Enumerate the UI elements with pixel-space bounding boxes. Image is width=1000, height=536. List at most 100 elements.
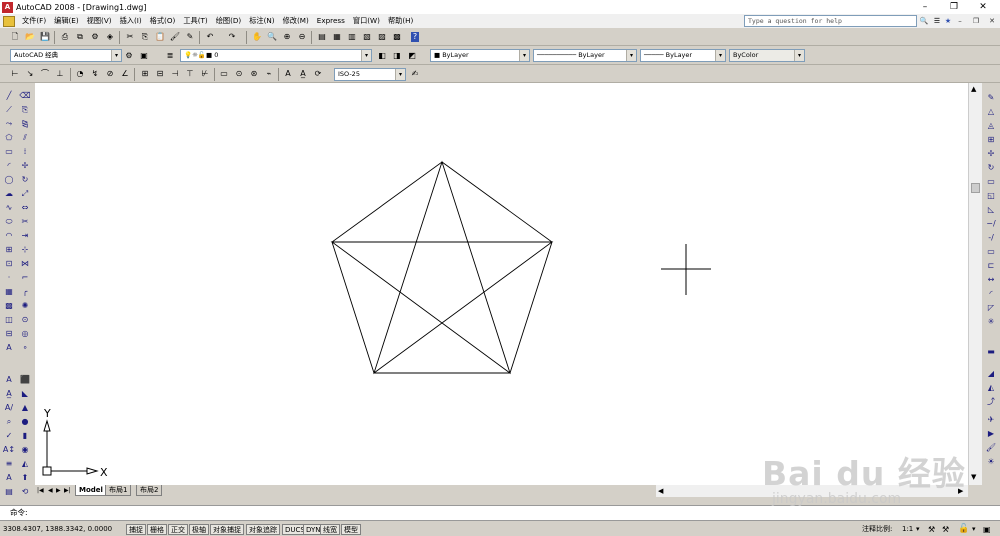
dim-edit-icon[interactable]: A (281, 67, 295, 81)
toggle-grid[interactable]: 栅格 (147, 524, 167, 535)
new-file-icon[interactable]: 🗋 (8, 30, 22, 44)
snap-center-icon[interactable]: ◎ (18, 327, 32, 340)
line-icon[interactable]: ╱ (2, 89, 16, 102)
make-current-layer-icon[interactable]: ◧ (375, 49, 389, 63)
revision-cloud-icon[interactable]: ☁ (2, 187, 16, 200)
trim-3d-icon[interactable]: −/ (984, 217, 998, 230)
zoom-previous-icon[interactable]: ⊖ (295, 30, 309, 44)
annotation-scale-value[interactable]: 1:1 (902, 524, 913, 535)
jogged-icon[interactable]: ↯ (88, 67, 102, 81)
scroll-up-icon[interactable]: ▲ (971, 85, 976, 93)
workspace-select[interactable]: AutoCAD 经典 ▾ (10, 49, 122, 62)
toggle-lineweight[interactable]: 线宽 (320, 524, 340, 535)
array-icon[interactable]: ⁞ (18, 145, 32, 158)
dimension-style-icon[interactable]: ✍ (408, 67, 422, 81)
pan-icon[interactable]: ✢ (984, 147, 998, 160)
vertical-scrollbar[interactable]: ▲ ▼ (968, 83, 982, 485)
toggle-ortho[interactable]: 正交 (168, 524, 188, 535)
text-style-icon[interactable]: A (2, 373, 16, 386)
lineweight-select[interactable]: ───── ByLayer ▾ (640, 49, 726, 62)
text-frame-icon[interactable]: ▤ (2, 485, 16, 498)
drawing-canvas[interactable]: Y X (35, 83, 968, 485)
chevron-down-icon[interactable]: ▾ (715, 50, 725, 61)
sphere-solid-icon[interactable]: ● (18, 415, 32, 428)
brush-icon[interactable]: 🖌 (984, 441, 998, 454)
align-icon[interactable]: ↔ (984, 273, 998, 286)
mdi-close-button[interactable]: ✕ (986, 15, 998, 27)
rectangle-icon[interactable]: ▭ (2, 145, 16, 158)
cone-solid-icon[interactable]: ▲ (18, 401, 32, 414)
chevron-down-icon[interactable]: ▾ (972, 524, 976, 535)
autocad-logo-icon[interactable]: A (2, 1, 13, 13)
linear-dimension-icon[interactable]: ⊢ (8, 67, 22, 81)
menu-draw[interactable]: 绘图(D) (212, 14, 246, 28)
ellipse-arc-icon[interactable]: ◠ (2, 229, 16, 242)
copy-object-icon[interactable]: ⎘ (18, 103, 32, 116)
chevron-down-icon[interactable]: ▾ (361, 50, 371, 61)
menu-insert[interactable]: 插入(I) (116, 14, 146, 28)
tab-nav-last-icon[interactable]: ▶| (64, 485, 71, 496)
circle-icon[interactable]: ◯ (2, 173, 16, 186)
scroll-left-icon[interactable]: ◀ (658, 485, 663, 497)
menu-modify[interactable]: 修改(M) (279, 14, 313, 28)
tab-model[interactable]: Model (75, 485, 107, 496)
open-file-icon[interactable]: 📂 (23, 30, 37, 44)
linetype-select[interactable]: ────────── ByLayer ▾ (533, 49, 637, 62)
polyline-icon[interactable]: ⤳ (2, 117, 16, 130)
edit-text-icon[interactable]: A/ (2, 401, 16, 414)
center-mark-icon[interactable]: ⊙ (232, 67, 246, 81)
materials-icon[interactable]: ▬ (984, 345, 998, 358)
chevron-down-icon[interactable]: ▾ (395, 69, 405, 80)
markup-set-icon[interactable]: ▨ (375, 30, 389, 44)
clip-icon[interactable]: ⊏ (984, 259, 998, 272)
section-icon[interactable]: ◺ (984, 203, 998, 216)
toggle-model[interactable]: 模型 (341, 524, 361, 535)
command-line[interactable]: 命令: (0, 505, 1000, 521)
scale-text-icon[interactable]: A↕ (2, 443, 16, 456)
extrude-icon[interactable]: ⬆ (18, 471, 32, 484)
drawing-document-icon[interactable] (3, 15, 15, 27)
redo-icon[interactable]: ↷ (225, 30, 239, 44)
pan-realtime-icon[interactable]: ✋ (250, 30, 264, 44)
inspection-icon[interactable]: ⊛ (247, 67, 261, 81)
ordinate-icon[interactable]: ⊥ (53, 67, 67, 81)
menu-view[interactable]: 视图(V) (83, 14, 116, 28)
extend-icon[interactable]: ⇥ (18, 229, 32, 242)
tab-layout2[interactable]: 布局2 (136, 485, 163, 496)
coordinates-readout[interactable]: 3308.4307, 1388.3342, 0.0000 (3, 524, 112, 535)
single-line-text-icon[interactable]: A̲ (2, 387, 16, 400)
save-icon[interactable]: 💾 (38, 30, 52, 44)
offset-icon[interactable]: ⫽ (18, 131, 32, 144)
viewport-icon[interactable]: ▭ (984, 175, 998, 188)
justify-text-icon[interactable]: ≡ (2, 457, 16, 470)
print-preview-icon[interactable]: ⧉ (73, 30, 87, 44)
toggle-snap[interactable]: 捕捉 (126, 524, 146, 535)
grid-view-icon[interactable]: ⊞ (984, 133, 998, 146)
baseline-icon[interactable]: ⊟ (153, 67, 167, 81)
communication-center-icon[interactable]: ☰ (932, 15, 942, 27)
rotate-icon[interactable]: ↻ (18, 173, 32, 186)
mdi-minimize-button[interactable]: – (954, 15, 966, 27)
jogged-linear-icon[interactable]: ⌁ (262, 67, 276, 81)
polygon-icon[interactable]: ⬠ (2, 131, 16, 144)
clean-screen-icon[interactable]: ▣ (983, 524, 991, 535)
chevron-down-icon[interactable]: ▾ (794, 50, 804, 61)
fillet-icon[interactable]: ╭ (18, 285, 32, 298)
construction-line-icon[interactable]: ⟋ (2, 103, 16, 116)
cylinder-solid-icon[interactable]: ▮ (18, 429, 32, 442)
publish-icon[interactable]: ⚙ (88, 30, 102, 44)
mdi-restore-button[interactable]: ❐ (970, 15, 982, 27)
orbit-icon[interactable]: ↻ (984, 161, 998, 174)
wedge-solid-icon[interactable]: ◣ (18, 387, 32, 400)
chevron-down-icon[interactable]: ▾ (916, 524, 920, 535)
join-icon[interactable]: ⋈ (18, 257, 32, 270)
torus-solid-icon[interactable]: ◉ (18, 443, 32, 456)
animation-icon[interactable]: ▶ (984, 427, 998, 440)
spell-check-icon[interactable]: ✓ (2, 429, 16, 442)
aligned-dimension-icon[interactable]: ↘ (23, 67, 37, 81)
3d-dwf-icon[interactable]: ◈ (103, 30, 117, 44)
design-center-icon[interactable]: ▦ (330, 30, 344, 44)
insert-block-icon[interactable]: ⊞ (2, 243, 16, 256)
convert-distance-icon[interactable]: A (2, 471, 16, 484)
restore-button[interactable]: ❐ (941, 0, 967, 14)
